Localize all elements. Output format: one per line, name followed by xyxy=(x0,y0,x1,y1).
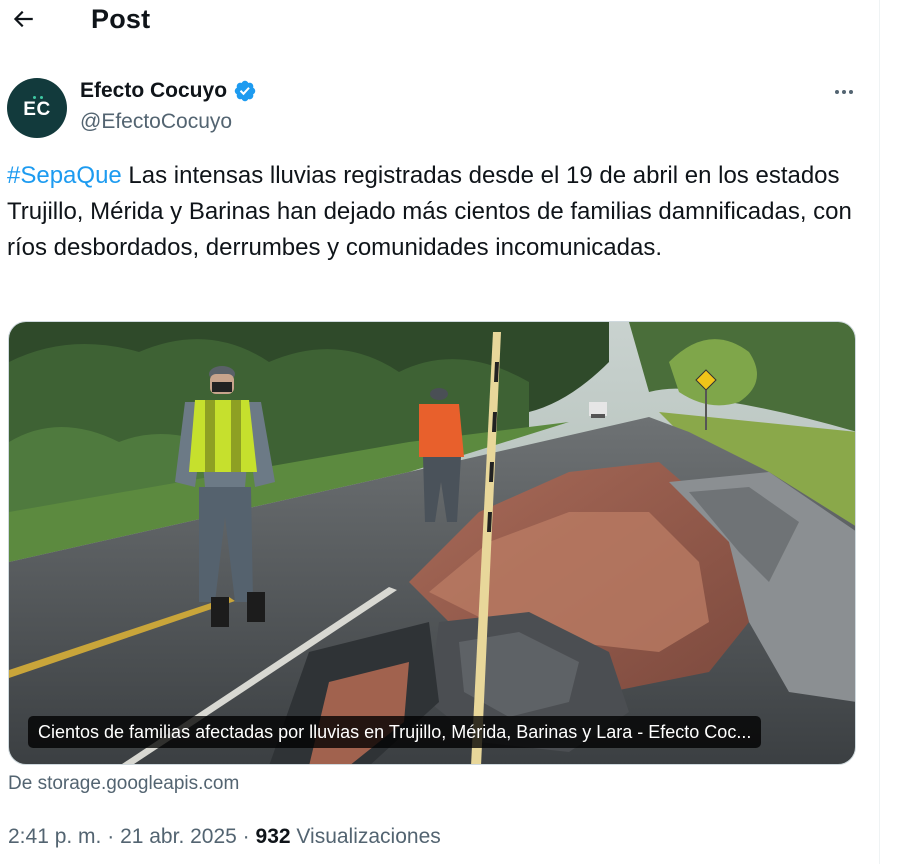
views-count: 932 xyxy=(255,825,291,848)
column-border xyxy=(879,0,880,864)
tweet-text: #SepaQue Las intensas lluvias registrada… xyxy=(7,158,857,266)
tweet-body: Las intensas lluvias registradas desde e… xyxy=(7,162,852,261)
arrow-left-icon xyxy=(13,10,33,28)
avatar-logo: EC xyxy=(23,99,51,120)
views-label: Visualizaciones xyxy=(290,825,441,848)
verified-badge-icon[interactable] xyxy=(233,79,257,103)
more-options-button[interactable] xyxy=(829,80,859,104)
link-source[interactable]: De storage.googleapis.com xyxy=(8,773,239,795)
top-bar: Post xyxy=(0,0,879,44)
page-title: Post xyxy=(91,4,151,34)
author-name-row: Efecto Cocuyo xyxy=(80,79,257,103)
separator: · xyxy=(101,825,121,848)
hashtag-link[interactable]: #SepaQue xyxy=(7,162,122,189)
more-horizontal-icon xyxy=(835,90,839,94)
link-card-caption: Cientos de familias afectadas por lluvia… xyxy=(28,716,762,748)
post-time: 2:41 p. m. xyxy=(8,825,102,848)
link-card-image[interactable] xyxy=(8,321,856,765)
author-handle[interactable]: @EfectoCocuyo xyxy=(80,110,232,134)
timestamp-link[interactable]: 2:41 p. m. · 21 abr. 2025 xyxy=(8,825,237,848)
author-name[interactable]: Efecto Cocuyo xyxy=(80,79,227,103)
avatar[interactable]: EC xyxy=(7,78,67,138)
flooded-road-photo xyxy=(9,322,855,764)
tweet-metadata: 2:41 p. m. · 21 abr. 2025 · 932 Visualiz… xyxy=(8,825,441,849)
separator: · xyxy=(236,825,256,848)
back-button[interactable] xyxy=(8,4,38,34)
avatar-logo-dots xyxy=(33,96,43,99)
post-date: 21 abr. 2025 xyxy=(120,825,237,848)
